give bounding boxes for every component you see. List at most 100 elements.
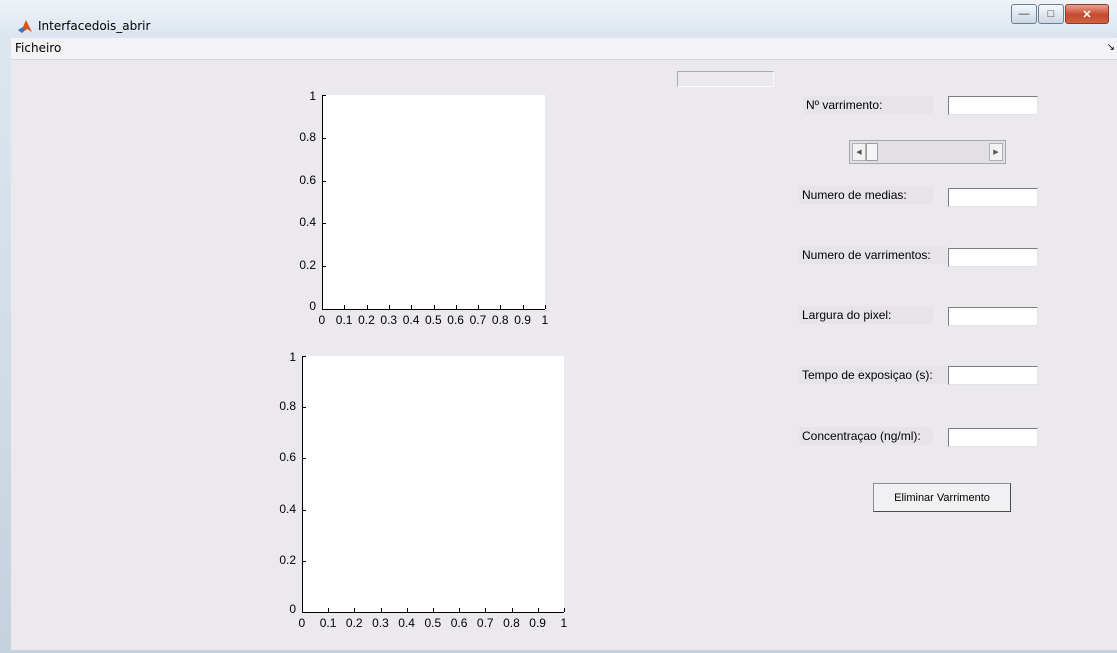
num-scans-field[interactable]: [948, 248, 1038, 267]
num-scans-label: Numero de varrimentos:: [799, 246, 947, 264]
num-means-field[interactable]: [948, 188, 1038, 207]
x-tick-mark: [302, 608, 303, 612]
x-tick-label: 0.9: [514, 313, 531, 327]
y-tick-mark: [302, 560, 306, 562]
y-tick-label: 0.4: [279, 501, 296, 516]
x-tick-mark: [459, 608, 461, 612]
x-tick-mark: [354, 608, 356, 612]
status-display: [677, 71, 774, 87]
x-tick-label: 0.1: [319, 616, 337, 630]
slider-left-arrow-icon[interactable]: ◀: [852, 143, 866, 161]
close-icon[interactable]: ✕: [1065, 4, 1109, 24]
concentration-field[interactable]: [948, 428, 1038, 447]
menu-file[interactable]: Ficheiro: [15, 41, 61, 55]
x-tick-mark: [478, 305, 480, 309]
y-tick-label: 1: [289, 350, 296, 364]
axes-bottom-plot-area: [302, 356, 564, 612]
y-tick-mark: [322, 266, 326, 268]
scan-slider[interactable]: ◀ ▶: [849, 140, 1006, 164]
x-tick-label: 0.7: [469, 313, 487, 327]
x-tick-label: 1: [560, 616, 568, 630]
x-tick-mark: [388, 305, 390, 309]
slider-right-arrow-icon[interactable]: ▶: [989, 143, 1003, 161]
x-tick-mark: [455, 305, 457, 309]
y-tick-label: 0.2: [279, 552, 296, 567]
y-tick-label: 0.6: [279, 450, 296, 465]
x-tick-label: 0: [298, 616, 306, 630]
y-tick-mark: [302, 356, 306, 357]
y-tick-label: 0.4: [299, 215, 316, 230]
x-tick-mark: [537, 608, 539, 612]
y-tick-mark: [302, 612, 306, 613]
y-tick-mark: [322, 137, 326, 139]
y-tick-label: 0.8: [299, 129, 316, 144]
x-tick-mark: [433, 305, 435, 309]
window-title: Interfacedois_abrir: [38, 19, 151, 33]
figure-client-area: Ficheiro ↘ 0 0.2 0.4 0.6 0.8 1 0 0.1 0.2 0.3 0.4 0.…: [11, 38, 1117, 650]
x-tick-label: 0.1: [335, 313, 353, 327]
window-controls: — □ ✕: [1010, 4, 1109, 26]
x-tick-mark: [344, 305, 346, 309]
scan-number-label: Nº varrimento:: [803, 96, 933, 114]
y-tick-label: 0.6: [299, 172, 316, 187]
x-tick-mark: [545, 305, 546, 309]
y-tick-label: 0: [309, 299, 316, 313]
num-means-label: Numero de medias:: [799, 186, 933, 204]
pixel-width-field[interactable]: [948, 307, 1038, 326]
delete-scan-button[interactable]: Eliminar Varrimento: [873, 483, 1011, 512]
x-tick-label: 0.7: [476, 616, 494, 630]
x-axis-line: [302, 612, 564, 613]
x-tick-label: 0.5: [424, 616, 442, 630]
x-tick-label: 0.3: [372, 616, 389, 630]
y-tick-mark: [302, 458, 306, 460]
minimize-icon[interactable]: —: [1011, 4, 1037, 24]
scan-number-field[interactable]: [948, 96, 1038, 115]
x-tick-mark: [366, 305, 368, 309]
x-tick-label: 0.8: [491, 313, 509, 327]
y-tick-mark: [302, 509, 306, 511]
exposure-time-field[interactable]: [948, 366, 1038, 385]
y-tick-mark: [302, 407, 306, 409]
x-tick-mark: [322, 305, 323, 309]
menu-overflow-icon[interactable]: ↘: [1107, 42, 1115, 53]
x-tick-mark: [328, 608, 330, 612]
x-tick-mark: [406, 608, 408, 612]
x-tick-mark: [522, 305, 524, 309]
y-tick-label: 1: [309, 89, 316, 103]
x-tick-mark: [380, 608, 382, 612]
app-window: Interfacedois_abrir — □ ✕ Ficheiro ↘ 0 0.…: [0, 0, 1117, 653]
y-tick-mark: [322, 223, 326, 225]
concentration-label: Concentraçao (ng/ml):: [799, 427, 933, 445]
y-axis-line: [302, 356, 303, 612]
axes-bottom[interactable]: 0 0.2 0.4 0.6 0.8 1 0 0.1 0.2 0.3 0.4 0.5 0.6 0.7 0.8 0…: [279, 350, 567, 630]
x-tick-label: 0.5: [425, 313, 442, 327]
x-tick-label: 0.6: [450, 616, 468, 630]
x-tick-label: 0.3: [380, 313, 398, 327]
title-bar[interactable]: Interfacedois_abrir — □ ✕: [0, 0, 1117, 38]
x-tick-mark: [511, 608, 513, 612]
exposure-time-label: Tempo de exposiçao (s):: [799, 366, 947, 384]
x-tick-label: 0.8: [503, 616, 520, 630]
x-tick-label: 0.2: [358, 313, 375, 327]
axes-top[interactable]: 0 0.2 0.4 0.6 0.8 1 0 0.1 0.2 0.3 0.4 0.5 0.6 0.7 0.8 0…: [299, 89, 548, 327]
slider-thumb[interactable]: [866, 143, 878, 161]
y-tick-label: 0.2: [299, 258, 316, 273]
y-tick-mark: [322, 180, 326, 182]
menu-bar: Ficheiro ↘: [11, 38, 1117, 60]
x-tick-mark: [500, 305, 502, 309]
x-tick-label: 0.9: [529, 616, 546, 630]
y-tick-label: 0: [289, 602, 296, 616]
x-tick-label: 0.2: [345, 616, 363, 630]
y-tick-mark: [322, 309, 326, 310]
y-tick-mark: [322, 95, 326, 96]
x-axis-line: [322, 309, 545, 310]
matlab-icon: [18, 20, 32, 33]
maximize-icon[interactable]: □: [1038, 4, 1064, 24]
x-tick-label: 0.4: [402, 313, 420, 327]
x-tick-mark: [411, 305, 413, 309]
y-axis-line: [322, 95, 323, 309]
x-tick-label: 0: [318, 313, 326, 327]
x-tick-label: 0.6: [447, 313, 464, 327]
pixel-width-label: Largura do pixel:: [799, 306, 933, 324]
y-tick-label: 0.8: [279, 399, 296, 414]
